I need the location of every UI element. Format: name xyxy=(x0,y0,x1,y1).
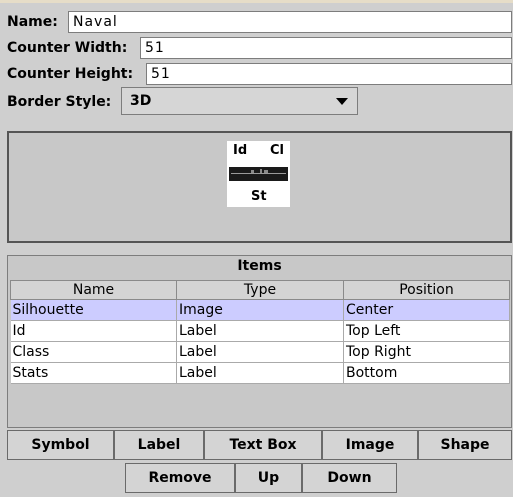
table-cell[interactable]: Silhouette xyxy=(10,299,177,321)
counter-height-field[interactable]: 51 xyxy=(146,63,512,85)
counter-height-label: Counter Height: xyxy=(7,66,134,82)
table-header-row: Name Type Position xyxy=(10,280,510,300)
table-cell[interactable]: Top Left xyxy=(343,320,510,342)
counter-preview-panel: Id Cl St xyxy=(7,131,512,243)
column-header-type[interactable]: Type xyxy=(176,280,344,300)
border-style-label: Border Style: xyxy=(7,94,112,110)
table-cell[interactable]: Label xyxy=(176,362,344,384)
preview-label-bottom: St xyxy=(251,189,267,204)
name-label: Name: xyxy=(7,14,58,30)
height-row: Counter Height: xyxy=(0,61,133,87)
remove-button[interactable]: Remove xyxy=(125,463,235,493)
name-row: Name: xyxy=(0,9,58,35)
column-header-name[interactable]: Name xyxy=(10,280,177,300)
chevron-down-icon[interactable] xyxy=(336,98,348,105)
down-button[interactable]: Down xyxy=(302,463,397,493)
table-row[interactable]: Class Label Top Right xyxy=(10,341,510,363)
up-button[interactable]: Up xyxy=(235,463,302,493)
table-cell[interactable]: Stats xyxy=(10,362,177,384)
window-top-edge xyxy=(0,0,513,3)
table-cell[interactable]: Image xyxy=(176,299,344,321)
text-box-button[interactable]: Text Box xyxy=(204,430,322,460)
table-cell[interactable]: Bottom xyxy=(343,362,510,384)
items-panel: Items Name Type Position Silhouette Imag… xyxy=(7,255,512,428)
table-row[interactable]: Silhouette Image Center xyxy=(10,299,510,321)
items-table: Name Type Position Silhouette Image Cent… xyxy=(10,280,510,384)
name-field[interactable]: Naval xyxy=(68,11,512,33)
preview-label-top-right: Cl xyxy=(270,143,284,158)
table-cell[interactable]: Label xyxy=(176,341,344,363)
table-row[interactable]: Stats Label Bottom xyxy=(10,362,510,384)
table-row[interactable]: Id Label Top Left xyxy=(10,320,510,342)
table-cell[interactable]: Center xyxy=(343,299,510,321)
symbol-button[interactable]: Symbol xyxy=(7,430,114,460)
label-button[interactable]: Label xyxy=(114,430,204,460)
counter-width-field[interactable]: 51 xyxy=(140,37,512,59)
width-row: Counter Width: xyxy=(0,35,127,61)
table-cell[interactable]: Top Right xyxy=(343,341,510,363)
table-cell[interactable]: Id xyxy=(10,320,177,342)
table-cell[interactable]: Class xyxy=(10,341,177,363)
border-style-value: 3D xyxy=(130,93,152,109)
border-style-dropdown[interactable]: 3D xyxy=(121,87,358,115)
counter-width-label: Counter Width: xyxy=(7,40,128,56)
counter-preview: Id Cl St xyxy=(227,141,290,207)
image-button[interactable]: Image xyxy=(322,430,418,460)
table-cell[interactable]: Label xyxy=(176,320,344,342)
shape-button[interactable]: Shape xyxy=(418,430,512,460)
border-row: Border Style: xyxy=(0,89,111,115)
items-title: Items xyxy=(237,258,282,274)
column-header-position[interactable]: Position xyxy=(343,280,510,300)
ship-silhouette-image xyxy=(229,167,288,181)
preview-label-top-left: Id xyxy=(233,143,248,158)
